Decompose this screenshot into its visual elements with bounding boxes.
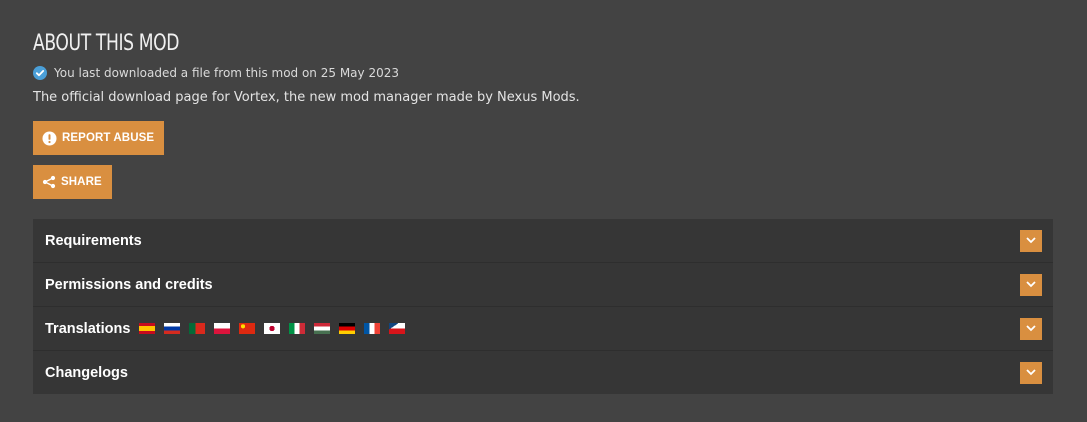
share-button[interactable]: SHARE [33, 165, 112, 199]
hungarian-flag[interactable] [314, 323, 331, 334]
german-flag[interactable] [339, 323, 356, 334]
portuguese-flag[interactable] [189, 323, 206, 334]
details-accordion: Requirements Permissions and credits Tra… [33, 219, 1053, 394]
section-title: ABOUT THIS MOD [33, 31, 180, 56]
japanese-flag[interactable] [264, 323, 281, 334]
download-note: You last downloaded a file from this mod… [33, 64, 1053, 82]
chinese-flag[interactable] [239, 323, 256, 334]
share-icon [42, 175, 56, 189]
accordion-label: Requirements [45, 232, 142, 249]
chevron-down-icon[interactable] [1020, 361, 1042, 384]
czech-flag[interactable] [389, 323, 406, 334]
chevron-down-icon[interactable] [1020, 229, 1042, 252]
polish-flag[interactable] [214, 323, 231, 334]
accordion-label: Changelogs [45, 364, 128, 381]
download-note-text: You last downloaded a file from this mod… [54, 66, 399, 80]
accordion-changelogs[interactable]: Changelogs [33, 351, 1053, 394]
accordion-permissions[interactable]: Permissions and credits [33, 263, 1053, 307]
report-abuse-button[interactable]: REPORT ABUSE [33, 121, 165, 155]
about-section: ABOUT THIS MOD You last downloaded a fil… [0, 0, 1087, 394]
accordion-label: Permissions and credits [45, 276, 213, 293]
accordion-label: Translations [45, 320, 131, 337]
french-flag[interactable] [364, 323, 381, 334]
translation-flags [139, 323, 414, 334]
spanish-flag[interactable] [139, 323, 156, 334]
accordion-requirements[interactable]: Requirements [33, 219, 1053, 263]
mod-description: The official download page for Vortex, t… [33, 90, 580, 105]
italian-flag[interactable] [289, 323, 306, 334]
russian-flag[interactable] [164, 323, 181, 334]
check-circle-icon [33, 66, 47, 80]
report-abuse-label: REPORT ABUSE [62, 132, 155, 144]
chevron-down-icon[interactable] [1020, 317, 1042, 340]
alert-icon [42, 131, 57, 145]
accordion-translations[interactable]: Translations [33, 307, 1053, 351]
chevron-down-icon[interactable] [1020, 273, 1042, 296]
share-label: SHARE [61, 176, 102, 188]
